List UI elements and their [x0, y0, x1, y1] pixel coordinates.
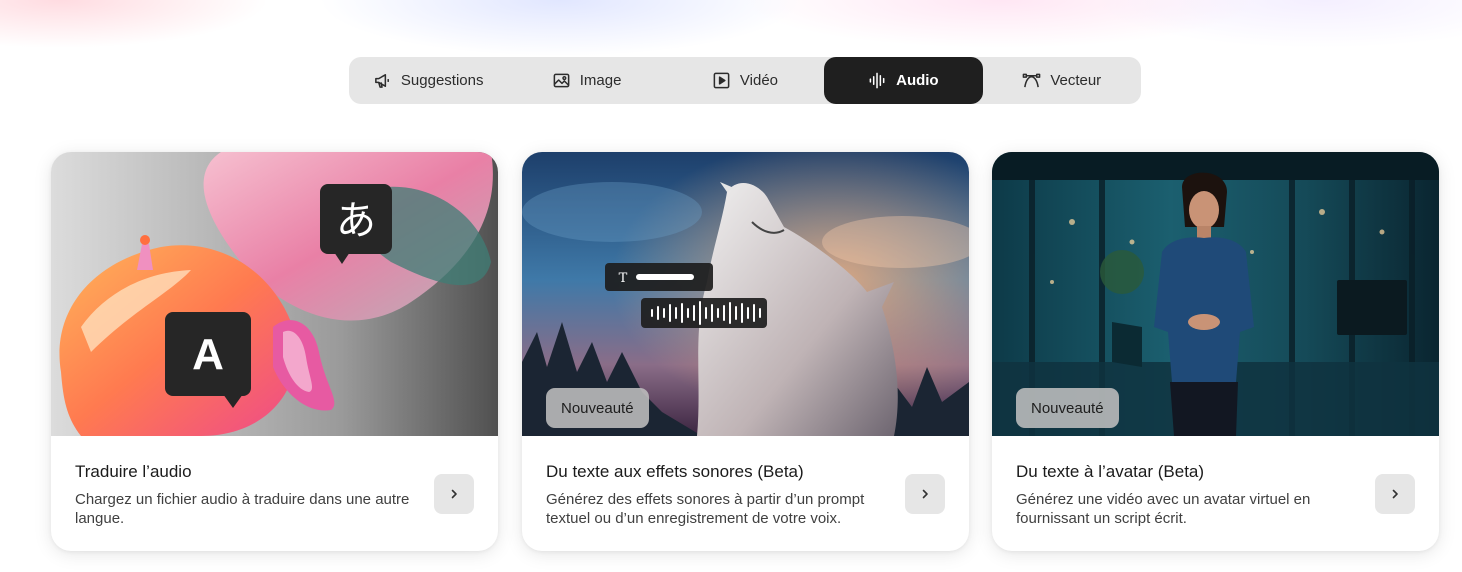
- abstract-translation-illustration: あ A: [51, 152, 498, 436]
- text-glyph: T: [619, 271, 628, 286]
- megaphone-icon: [374, 74, 389, 88]
- card-title: Traduire l’audio: [75, 462, 192, 481]
- tab-label: Audio: [896, 72, 939, 89]
- card-description: Chargez un fichier audio à traduire dans…: [75, 491, 410, 527]
- new-badge: Nouveauté: [546, 388, 649, 428]
- tab-image[interactable]: Image: [507, 57, 665, 104]
- open-card-button[interactable]: [905, 474, 945, 514]
- card-description: Générez une vidéo avec un avatar virtuel…: [1016, 491, 1311, 527]
- open-card-button[interactable]: [434, 474, 474, 514]
- play-icon: [713, 72, 730, 89]
- card-image: Nouveauté: [992, 152, 1439, 436]
- card-image: T Nouveauté: [522, 152, 969, 436]
- audio-wave-icon: [869, 72, 885, 89]
- text-prompt-chip: T: [605, 263, 713, 291]
- image-icon: [553, 73, 570, 88]
- card-translate-audio[interactable]: あ A Traduire l’audio Chargez un fichier …: [51, 152, 498, 551]
- card-description: Générez des effets sonores à partir d’un…: [546, 491, 865, 527]
- latin-speech-bubble: A: [165, 312, 251, 408]
- bubble-letter: あ: [336, 198, 376, 244]
- card-text-to-sound-effects[interactable]: T Nouveauté Du texte aux effets sonores …: [522, 152, 969, 551]
- card-title: Du texte à l’avatar (Beta): [1016, 462, 1205, 481]
- tab-label: Vecteur: [1050, 72, 1102, 89]
- vector-pen-icon: [1022, 73, 1041, 88]
- chevron-right-icon: [451, 489, 457, 499]
- sound-waveform-chip: [641, 298, 767, 328]
- card-image: あ A: [51, 152, 498, 436]
- card-text-to-avatar[interactable]: Nouveauté Du texte à l’avatar (Beta) Gén…: [992, 152, 1439, 551]
- bubble-letter: A: [192, 330, 224, 379]
- chevron-right-icon: [1392, 489, 1398, 499]
- tab-suggestions[interactable]: Suggestions: [349, 57, 507, 104]
- chevron-right-icon: [922, 489, 928, 499]
- tab-audio[interactable]: Audio: [824, 57, 983, 104]
- tab-video[interactable]: Vidéo: [666, 57, 824, 104]
- japanese-speech-bubble: あ: [320, 184, 392, 264]
- tab-label: Image: [579, 72, 622, 89]
- tab-vector[interactable]: Vecteur: [983, 57, 1141, 104]
- page: Suggestions Image Vidéo Audio Vecteur あ …: [0, 0, 1462, 572]
- tab-label: Vidéo: [739, 72, 779, 89]
- tab-label: Suggestions: [400, 72, 484, 89]
- open-card-button[interactable]: [1375, 474, 1415, 514]
- new-badge: Nouveauté: [1016, 388, 1119, 428]
- card-title: Du texte aux effets sonores (Beta): [546, 462, 804, 481]
- category-tabs: Suggestions Image Vidéo Audio Vecteur: [349, 57, 1141, 104]
